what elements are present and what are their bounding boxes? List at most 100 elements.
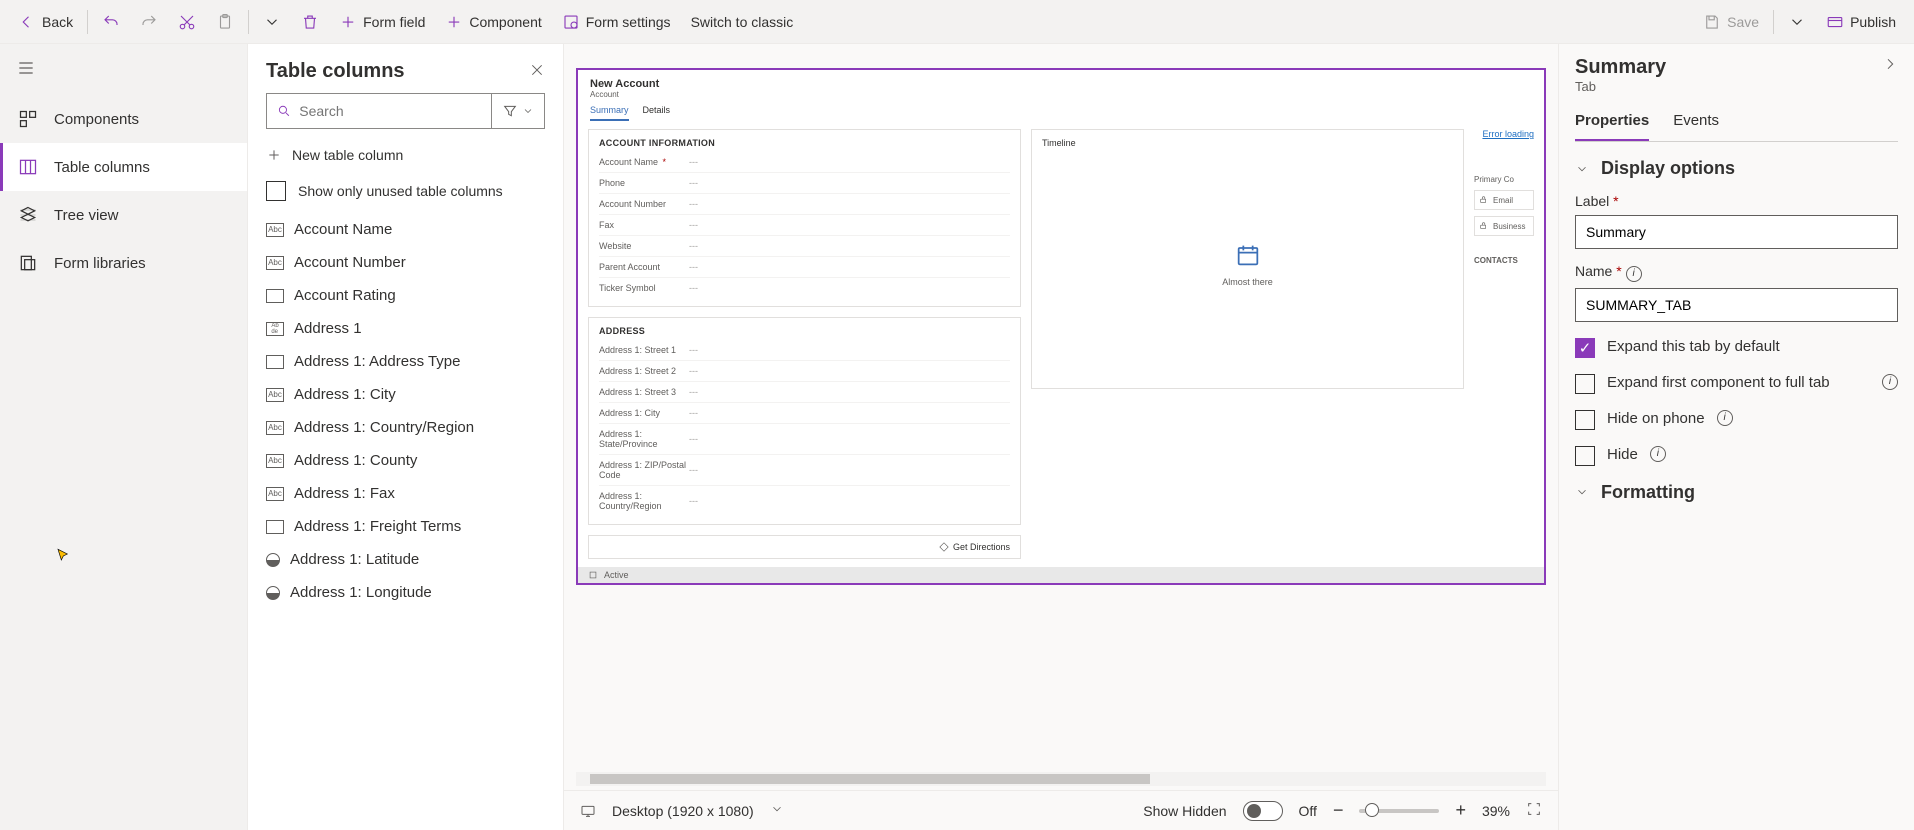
hamburger-button[interactable] [0, 44, 247, 95]
form-field-row[interactable]: Address 1: State/Province--- [599, 424, 1010, 455]
field-label: Address 1: State/Province [599, 429, 689, 449]
column-item[interactable]: Address 1: Freight Terms [266, 510, 559, 543]
form-field-row[interactable]: Account Number--- [599, 194, 1010, 215]
form-field-row[interactable]: Address 1: Country/Region--- [599, 486, 1010, 516]
delete-button[interactable] [291, 4, 329, 40]
form-field-row[interactable]: Ticker Symbol--- [599, 278, 1010, 298]
form-field-row[interactable]: Address 1: Street 3--- [599, 382, 1010, 403]
form-field-row[interactable]: Phone--- [599, 173, 1010, 194]
canvas-horizontal-scrollbar[interactable] [576, 772, 1546, 786]
add-form-field-button[interactable]: Form field [329, 4, 435, 40]
toggle-state-label: Off [1299, 803, 1317, 819]
info-icon[interactable]: i [1650, 446, 1666, 462]
label-input[interactable] [1575, 215, 1898, 249]
expand-default-label: Expand this tab by default [1607, 338, 1780, 355]
form-field-row[interactable]: Parent Account--- [599, 257, 1010, 278]
new-table-column-button[interactable]: New table column [248, 137, 563, 173]
form-preview[interactable]: New Account Account SummaryDetails ACCOU… [576, 68, 1546, 585]
column-label: Account Name [294, 221, 392, 238]
expand-default-checkbox[interactable]: ✓ [1575, 338, 1595, 358]
form-tab[interactable]: Details [643, 105, 671, 121]
display-options-header[interactable]: Display options [1575, 158, 1898, 179]
close-icon[interactable] [529, 62, 545, 81]
paste-dropdown[interactable] [253, 4, 291, 40]
zoom-slider[interactable] [1359, 809, 1439, 813]
form-settings-button[interactable]: Form settings [552, 4, 681, 40]
redo-button[interactable] [130, 4, 168, 40]
column-item[interactable]: AbcAddress 1: Fax [266, 477, 559, 510]
info-icon[interactable]: i [1717, 410, 1733, 426]
device-dropdown[interactable] [770, 802, 784, 819]
nav-table-columns[interactable]: Table columns [0, 143, 247, 191]
publish-button[interactable]: Publish [1816, 4, 1906, 40]
search-input[interactable] [299, 103, 481, 119]
side-email[interactable]: Email [1474, 190, 1534, 210]
nav-tree-view[interactable]: Tree view [0, 191, 247, 239]
expand-panel-icon[interactable] [1882, 56, 1898, 75]
info-icon[interactable]: i [1882, 374, 1898, 390]
nav-form-libraries[interactable]: Form libraries [0, 239, 247, 287]
formatting-header[interactable]: Formatting [1575, 482, 1898, 503]
form-tab[interactable]: Summary [590, 105, 629, 121]
form-field-row[interactable]: Address 1: Street 1--- [599, 340, 1010, 361]
column-item[interactable]: AbcAddress 1: City [266, 378, 559, 411]
column-item[interactable]: AbdeAddress 1 [266, 312, 559, 345]
column-item[interactable]: Address 1: Longitude [266, 576, 559, 609]
cut-button[interactable] [168, 4, 206, 40]
save-dropdown[interactable] [1778, 4, 1816, 40]
form-field-row[interactable]: Address 1: ZIP/Postal Code--- [599, 455, 1010, 486]
zoom-in-button[interactable]: + [1455, 800, 1466, 821]
nav-label: Components [54, 111, 139, 128]
error-loading-link[interactable]: Error loading [1474, 129, 1534, 139]
side-business[interactable]: Business [1474, 216, 1534, 236]
column-item[interactable]: AbcAccount Name [266, 213, 559, 246]
field-value: --- [689, 345, 698, 355]
columns-list[interactable]: AbcAccount NameAbcAccount NumberAccount … [248, 213, 563, 830]
timeline-section[interactable]: Timeline Almost there [1031, 129, 1464, 389]
column-item[interactable]: Account Rating [266, 279, 559, 312]
undo-button[interactable] [92, 4, 130, 40]
props-title: Summary [1575, 56, 1666, 79]
component-label: Component [469, 14, 541, 30]
hide-phone-checkbox[interactable] [1575, 410, 1595, 430]
form-field-row[interactable]: Address 1: City--- [599, 403, 1010, 424]
field-label: Account Number [599, 199, 689, 209]
info-icon[interactable]: i [1626, 266, 1642, 282]
props-tab[interactable]: Events [1673, 106, 1719, 141]
section-address[interactable]: ADDRESS Address 1: Street 1---Address 1:… [588, 317, 1021, 525]
column-label: Address 1: County [294, 452, 417, 469]
search-input-wrapper[interactable] [266, 93, 491, 129]
field-value: --- [689, 387, 698, 397]
column-item[interactable]: Address 1: Latitude [266, 543, 559, 576]
column-item[interactable]: Address 1: Address Type [266, 345, 559, 378]
form-settings-label: Form settings [586, 14, 671, 30]
canvas-scroll[interactable]: New Account Account SummaryDetails ACCOU… [564, 44, 1558, 772]
save-button[interactable]: Save [1693, 4, 1769, 40]
nav-components[interactable]: Components [0, 95, 247, 143]
form-field-row[interactable]: Fax--- [599, 215, 1010, 236]
zoom-out-button[interactable]: − [1333, 800, 1344, 821]
fit-to-screen-button[interactable] [1526, 801, 1542, 820]
props-tab[interactable]: Properties [1575, 106, 1649, 141]
switch-classic-button[interactable]: Switch to classic [681, 4, 804, 40]
form-field-row[interactable]: Website--- [599, 236, 1010, 257]
show-hidden-toggle[interactable] [1243, 801, 1283, 821]
column-item[interactable]: AbcAddress 1: County [266, 444, 559, 477]
column-item[interactable]: AbcAddress 1: Country/Region [266, 411, 559, 444]
form-field-row[interactable]: Account Name *--- [599, 152, 1010, 173]
form-field-row[interactable]: Address 1: Street 2--- [599, 361, 1010, 382]
column-label: Address 1 [294, 320, 362, 337]
filter-button[interactable] [491, 93, 545, 129]
get-directions-row[interactable]: Get Directions [588, 535, 1021, 559]
section-account-info[interactable]: ACCOUNT INFORMATION Account Name *---Pho… [588, 129, 1021, 307]
hide-checkbox[interactable] [1575, 446, 1595, 466]
expand-first-checkbox[interactable] [1575, 374, 1595, 394]
add-component-button[interactable]: Component [435, 4, 551, 40]
toolbar-separator [248, 10, 249, 34]
back-button[interactable]: Back [8, 4, 83, 40]
get-directions-label: Get Directions [953, 542, 1010, 552]
paste-button[interactable] [206, 4, 244, 40]
show-unused-checkbox[interactable] [266, 181, 286, 201]
name-input[interactable] [1575, 288, 1898, 322]
column-item[interactable]: AbcAccount Number [266, 246, 559, 279]
